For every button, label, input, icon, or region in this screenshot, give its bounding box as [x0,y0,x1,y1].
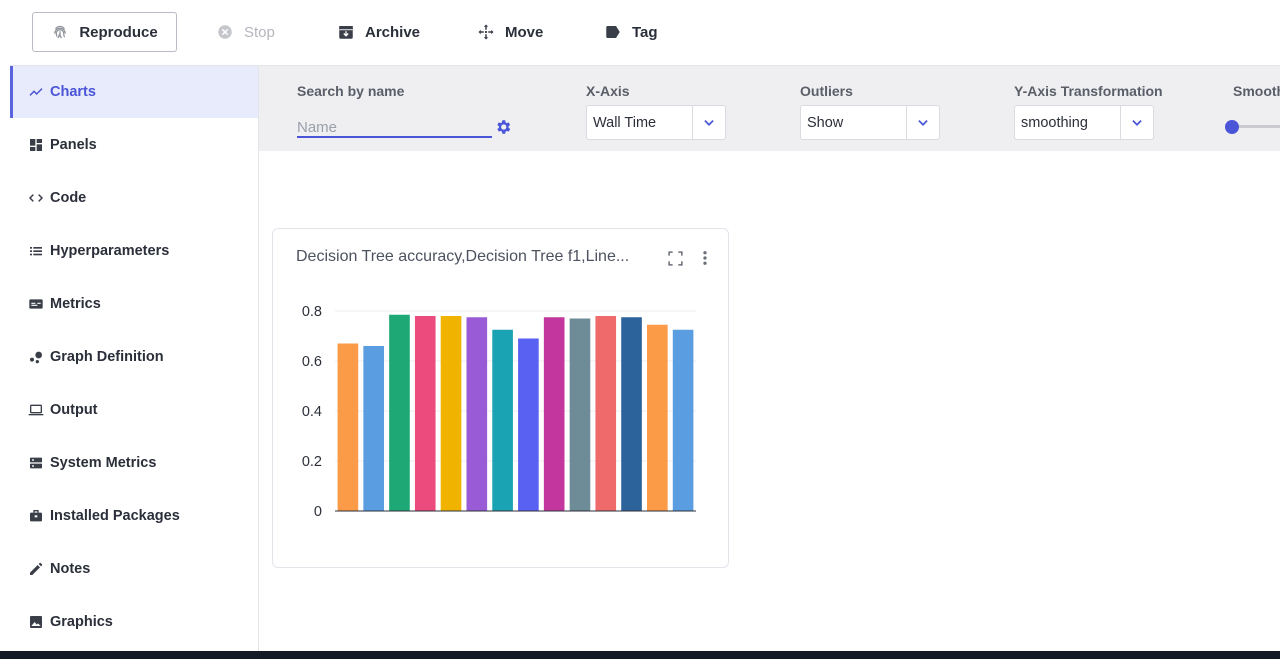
sidebar-item-label: Charts [50,84,96,100]
more-options-button[interactable] [695,248,715,268]
sidebar-item-notes[interactable]: Notes [10,543,258,595]
pencil-icon [30,562,43,575]
laptop-icon [28,404,44,416]
sidebar-item-label: Code [50,190,87,206]
sidebar-item-label: Output [50,402,98,418]
chevron-down-icon [1120,106,1153,139]
bar[interactable] [414,316,436,511]
bar[interactable] [569,318,591,512]
sidebar-item-label: Graphics [50,614,113,630]
outliers-select[interactable]: Show [800,105,940,140]
sidebar-item-label: System Metrics [50,455,157,471]
sidebar-item-system-metrics[interactable]: System Metrics [10,437,258,489]
tag-icon [606,26,620,38]
move-button[interactable]: Move [477,12,543,52]
y-tick-label: 0.8 [302,304,322,320]
y-tick-label: 0.2 [302,454,322,470]
sidebar-item-label: Notes [50,561,91,577]
stop-label: Stop [244,23,275,41]
sidebar-item-label: Hyperparameters [50,243,170,259]
yaxis-value: smoothing [1021,114,1088,131]
outliers-value: Show [807,114,844,131]
sidebar-item-charts[interactable]: Charts [10,66,258,118]
package-icon [30,510,42,522]
bar[interactable] [389,314,410,511]
bar[interactable] [518,338,539,512]
image-icon [30,616,42,628]
server-icon [30,457,42,469]
smoothing-slider-track[interactable] [1232,125,1280,128]
fingerprint-icon [54,25,67,39]
chart-card: Decision Tree accuracy,Decision Tree f1,… [272,228,729,568]
sidebar-item-label: Panels [50,137,97,153]
y-tick-label: 0.4 [302,404,322,420]
filter-bar: Search by name X-Axis Wall Time Outliers… [259,66,1280,151]
reproduce-button[interactable]: Reproduce [32,12,177,52]
sidebar-item-panels[interactable]: Panels [10,119,258,171]
archive-button[interactable]: Archive [337,12,420,52]
toolbar: Reproduce Stop Archive Move Tag [10,0,1280,66]
fullscreen-button[interactable] [665,248,685,268]
search-label: Search by name [297,83,405,99]
chart-title: Decision Tree accuracy,Decision Tree f1,… [296,248,630,265]
sidebar-item-label: Graph Definition [50,349,164,365]
bar[interactable] [466,317,488,511]
app: Reproduce Stop Archive Move Tag Charts P… [10,0,1280,651]
move-arrows-icon [478,24,494,40]
panels-icon [30,139,42,151]
tag-button[interactable]: Tag [604,12,658,52]
sidebar: Charts Panels Code Hyperparameters Metri… [10,66,259,651]
tag-label: Tag [632,23,658,41]
chevron-down-icon [906,106,939,139]
search-input[interactable] [297,118,492,138]
sidebar-item-code[interactable]: Code [10,172,258,224]
graph-icon [30,351,42,364]
y-tick-label: 0.6 [302,354,322,370]
smoothing-slider-thumb[interactable] [1225,120,1239,134]
xaxis-label: X-Axis [586,83,630,99]
archive-label: Archive [365,23,421,41]
sidebar-item-installed-packages[interactable]: Installed Packages [10,490,258,542]
chevron-down-icon [692,106,725,139]
bar[interactable] [672,329,694,511]
bar[interactable] [492,329,513,511]
fullscreen-icon [667,250,683,266]
y-tick-label: 0 [314,504,322,520]
more-vertical-icon [703,251,707,265]
bar[interactable] [363,346,384,511]
sidebar-item-output[interactable]: Output [10,384,258,436]
sidebar-item-graph-definition[interactable]: Graph Definition [10,331,258,383]
xaxis-value: Wall Time [593,114,657,131]
code-icon [28,194,44,202]
list-icon [30,247,42,256]
archive-icon [339,26,353,39]
yaxis-select[interactable]: smoothing [1014,105,1154,140]
bar[interactable] [647,324,668,511]
gear-icon[interactable] [494,118,512,136]
sidebar-item-metrics[interactable]: Metrics [10,278,258,330]
taskbar [0,651,1280,659]
close-circle-icon [218,25,232,39]
move-label: Move [505,23,544,41]
smoothing-label: Smooth [1233,83,1280,99]
bar[interactable] [337,343,359,512]
bar[interactable] [440,316,462,511]
metrics-icon [29,299,43,309]
bar[interactable] [595,316,617,511]
sidebar-item-label: Installed Packages [50,508,180,524]
sidebar-item-graphics[interactable]: Graphics [10,596,258,648]
yaxis-label: Y-Axis Transformation [1014,83,1163,99]
sidebar-item-hyperparameters[interactable]: Hyperparameters [10,225,258,277]
bar[interactable] [543,317,565,511]
bar-chart: 0 0.2 0.4 0.6 0.8 [302,304,696,520]
reproduce-label: Reproduce [79,23,158,41]
chart-line-icon [29,88,43,96]
bar[interactable] [621,317,642,511]
outliers-label: Outliers [800,83,853,99]
stop-button[interactable]: Stop [216,12,275,52]
xaxis-select[interactable]: Wall Time [586,105,726,140]
sidebar-item-label: Metrics [50,296,101,312]
